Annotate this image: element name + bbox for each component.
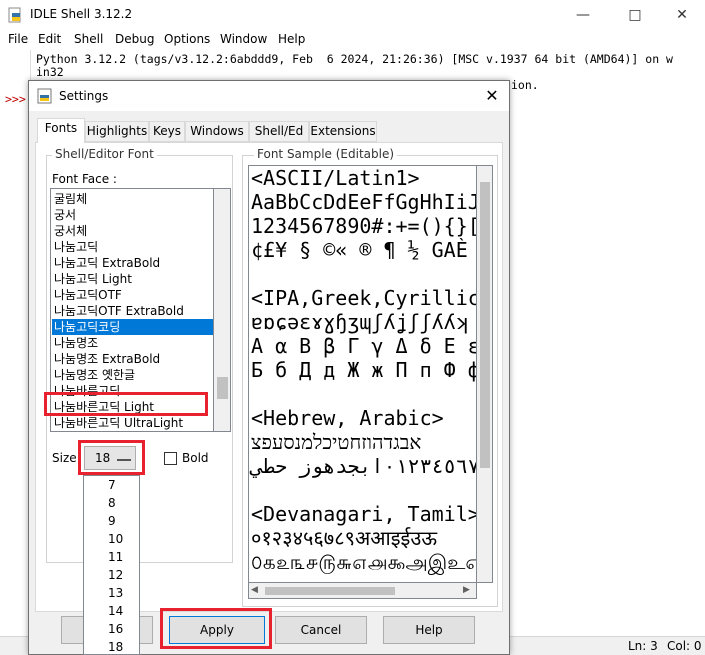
sample-line xyxy=(251,262,476,286)
close-icon[interactable]: ✕ xyxy=(481,85,503,107)
menu-file[interactable]: File xyxy=(8,32,28,46)
sample-line: Б б Д д Ж ж П п Ф ф xyxy=(251,358,477,382)
shell-prompt: >>> xyxy=(5,92,26,106)
sample-line: ०१२३४५६७८९अआइईउऊ xyxy=(251,526,438,550)
size-option[interactable]: 16 xyxy=(108,622,123,636)
selected-font-highlight xyxy=(44,392,208,416)
sample-line: AaBbCcDdEeFfGgHhIiJj xyxy=(251,190,477,214)
sample-line: <Devanagari, Tamil> xyxy=(251,502,477,526)
sample-vertical-scrollbar[interactable] xyxy=(477,165,493,583)
settings-titlebar: Settings ✕ xyxy=(29,81,509,111)
list-item[interactable]: 나눔고딕 Light xyxy=(54,271,132,287)
sample-scroll-thumb[interactable] xyxy=(480,182,490,468)
list-item[interactable]: 굴림체 xyxy=(54,191,87,207)
status-col: Col: 0 xyxy=(667,639,702,653)
sample-line: ٠١٢٣٤٥٦٧٨٩ابجدهوز حطي xyxy=(251,454,477,478)
size-option[interactable]: 18 xyxy=(108,640,123,654)
sample-hscroll-thumb[interactable] xyxy=(265,587,395,595)
status-line: Ln: 3 xyxy=(628,639,658,653)
banner-line-3: ion. xyxy=(511,78,539,92)
close-window-icon[interactable]: ✕ xyxy=(659,0,705,30)
list-item[interactable]: 나눔고딕OTF ExtraBold xyxy=(54,303,184,319)
menu-debug[interactable]: Debug xyxy=(115,32,154,46)
minimize-icon[interactable]: — xyxy=(560,0,606,30)
sample-line xyxy=(251,478,476,502)
sample-line: ௦௧௨௩௪௫௬௭௮௯அஇஉஎ xyxy=(251,550,477,574)
list-item[interactable]: 나눔고딕OTF xyxy=(54,287,122,303)
list-item[interactable]: 궁서 xyxy=(54,207,76,223)
size-option[interactable]: 13 xyxy=(108,586,123,600)
banner-line-1: Python 3.12.2 (tags/v3.12.2:6abddd9, Feb… xyxy=(36,52,673,66)
help-button[interactable]: Help xyxy=(383,616,475,644)
menu-shell[interactable]: Shell xyxy=(74,32,103,46)
tab-fonts[interactable]: Fonts xyxy=(37,118,85,143)
shell-title: IDLE Shell 3.12.2 xyxy=(30,7,133,21)
size-options-list[interactable]: 7 8 9 10 11 12 13 14 16 18 xyxy=(83,475,140,655)
sample-line: אבגדהוזחטיכלמנסעפצ xyxy=(251,430,422,454)
banner-line-2: in32 xyxy=(36,65,64,79)
tab-shell-ed[interactable]: Shell/Ed xyxy=(249,121,309,142)
size-option[interactable]: 7 xyxy=(108,478,116,492)
bold-checkbox[interactable] xyxy=(164,452,177,465)
settings-title: Settings xyxy=(59,89,109,103)
sample-line: 1234567890#:+=(){}[] xyxy=(251,214,477,238)
font-face-label: Font Face : xyxy=(52,172,117,186)
font-list-scroll-thumb[interactable] xyxy=(217,377,228,399)
shell-editor-font-label: Shell/Editor Font xyxy=(52,147,157,161)
sample-line: <Hebrew, Arabic> xyxy=(251,406,444,430)
sample-line: ɐɒɕəɛɤɣɧʒɰʃʎʝʃʃʎʎʞ xyxy=(251,310,468,334)
list-item[interactable]: 나눔명조 옛한글 xyxy=(54,367,135,383)
sample-line: <ASCII/Latin1> xyxy=(251,166,420,190)
idle-app-icon xyxy=(8,7,24,23)
list-item[interactable]: 나눔명조 ExtraBold xyxy=(54,351,160,367)
maximize-icon[interactable]: □ xyxy=(612,0,658,30)
size-option[interactable]: 11 xyxy=(108,550,123,564)
font-list-scrollbar[interactable] xyxy=(214,188,231,432)
shell-gutter xyxy=(0,50,30,636)
shell-menubar: File Edit Shell Debug Options Window Hel… xyxy=(0,30,705,50)
font-sample-label: Font Sample (Editable) xyxy=(254,147,398,161)
tab-highlights[interactable]: Highlights xyxy=(85,121,149,142)
list-item[interactable]: 나눔고딕 ExtraBold xyxy=(54,255,160,271)
tab-keys[interactable]: Keys xyxy=(149,121,185,142)
selected-font-item[interactable]: 나눔고딕코딩 xyxy=(52,319,213,335)
tab-extensions[interactable]: Extensions xyxy=(309,121,377,142)
size-option[interactable]: 14 xyxy=(108,604,123,618)
menu-help[interactable]: Help xyxy=(278,32,305,46)
sample-line xyxy=(251,382,476,406)
shell-titlebar: IDLE Shell 3.12.2 — □ ✕ xyxy=(0,0,705,30)
menu-edit[interactable]: Edit xyxy=(38,32,61,46)
sample-line: <IPA,Greek,Cyrillic> xyxy=(251,286,477,310)
bold-label: Bold xyxy=(182,451,209,465)
font-sample-text[interactable]: <ASCII/Latin1> AaBbCcDdEeFfGgHhIiJj 1234… xyxy=(248,165,477,583)
list-item[interactable]: 나눔고딕 xyxy=(54,239,98,255)
sample-line: ¢£¥ § ©« ® ¶ ½ GAÈ xyxy=(251,238,468,262)
size-option[interactable]: 12 xyxy=(108,568,123,582)
size-option[interactable]: 8 xyxy=(108,496,116,510)
list-item[interactable]: 궁서체 xyxy=(54,223,87,239)
size-option[interactable]: 9 xyxy=(108,514,116,528)
size-option[interactable]: 10 xyxy=(108,532,123,546)
scroll-right-icon[interactable]: ▶ xyxy=(463,585,470,595)
menu-options[interactable]: Options xyxy=(164,32,210,46)
apply-highlight xyxy=(160,608,272,649)
size-highlight xyxy=(78,440,145,475)
sample-line: Α α Β β Γ γ Δ δ Ε ε xyxy=(251,334,477,358)
list-item[interactable]: 나눔바른고딕 UltraLight xyxy=(54,415,183,431)
menu-window[interactable]: Window xyxy=(220,32,267,46)
tab-windows[interactable]: Windows xyxy=(185,121,249,142)
cancel-button[interactable]: Cancel xyxy=(275,616,367,644)
size-label: Size: xyxy=(52,451,81,465)
list-item[interactable]: 나눔명조 xyxy=(54,335,98,351)
feather-icon xyxy=(37,88,53,104)
scroll-left-icon[interactable]: ◀ xyxy=(251,585,258,595)
sample-horizontal-scrollbar[interactable]: ◀ ▶ xyxy=(248,583,477,599)
